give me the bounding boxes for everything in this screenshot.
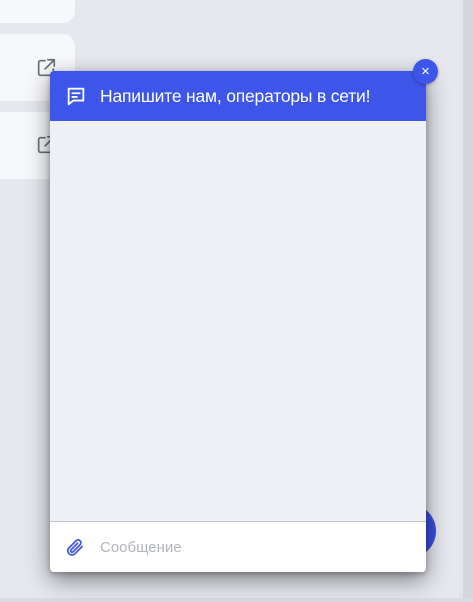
page-scrollbar[interactable] — [459, 0, 473, 602]
scrollbar-thumb[interactable] — [463, 0, 473, 602]
chat-header: Напишите нам, операторы в сети! — [50, 71, 426, 121]
close-chat-button[interactable]: × — [413, 59, 438, 84]
paperclip-icon[interactable] — [65, 537, 85, 557]
chat-header-title: Напишите нам, операторы в сети! — [100, 85, 371, 106]
background-card — [0, 0, 75, 23]
message-input[interactable] — [100, 536, 400, 558]
chat-widget: Напишите нам, операторы в сети! — [50, 71, 426, 572]
close-icon[interactable]: × — [421, 64, 430, 79]
page-bottom-edge — [0, 598, 473, 602]
chat-icon — [67, 87, 85, 106]
chat-composer — [50, 521, 426, 572]
chat-messages-area — [50, 121, 426, 521]
